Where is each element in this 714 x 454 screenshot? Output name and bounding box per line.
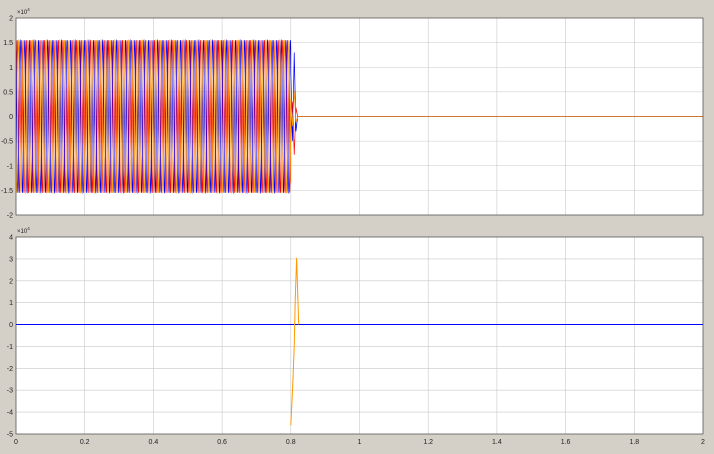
y-tick-label: -1.5 bbox=[1, 188, 13, 195]
y-tick-label: 3 bbox=[9, 256, 13, 263]
x-tick-label: 0 bbox=[14, 439, 18, 446]
y-tick-label: 1 bbox=[9, 65, 13, 72]
x-tick-label: 0.2 bbox=[80, 439, 90, 446]
y-exponent-label: ×104 bbox=[17, 7, 30, 16]
y-tick-label: 4 bbox=[9, 235, 13, 242]
x-tick-label: 1.8 bbox=[629, 439, 639, 446]
x-tick-label: 1 bbox=[358, 439, 362, 446]
x-tick-label: 1.4 bbox=[492, 439, 502, 446]
y-tick-label: -1 bbox=[7, 344, 13, 351]
y-tick-label: 1 bbox=[9, 300, 13, 307]
x-tick-label: 0.6 bbox=[217, 439, 227, 446]
y-tick-label: -2 bbox=[7, 213, 13, 220]
y-tick-label: -1 bbox=[7, 163, 13, 170]
y-tick-label: 2 bbox=[9, 278, 13, 285]
bottom-plot: -5 -4 -3 -2 -1 0 1 2 3 4 0 0.2 0.4 0.6 0.8 1 1.2 1.4 1.6 1.… bbox=[7, 226, 705, 446]
y-tick-label: 1.5 bbox=[3, 40, 13, 47]
x-tick-label: 0.4 bbox=[149, 439, 159, 446]
y-exponent-label: ×104 bbox=[17, 226, 30, 235]
x-tick-label: 1.6 bbox=[561, 439, 571, 446]
y-tick-label: 0 bbox=[9, 322, 13, 329]
y-tick-label: -4 bbox=[7, 410, 13, 417]
x-tick-label: 0.8 bbox=[286, 439, 296, 446]
y-tick-label: -2 bbox=[7, 366, 13, 373]
x-tick-label: 2 bbox=[701, 439, 705, 446]
y-tick-label: -3 bbox=[7, 388, 13, 395]
top-plot: -2 -1.5 -1 -0.5 0 0.5 1 1.5 2 ×104 bbox=[1, 7, 704, 220]
x-tick-label: 1.2 bbox=[423, 439, 433, 446]
y-tick-label: -0.5 bbox=[1, 139, 13, 146]
y-tick-label: 0.5 bbox=[3, 89, 13, 96]
y-tick-label: -5 bbox=[7, 432, 13, 439]
scope-figure: -2 -1.5 -1 -0.5 0 0.5 1 1.5 2 ×104 -5 -4 -3 -2 -1 0 1 2 3… bbox=[1, 7, 705, 446]
y-tick-label: 2 bbox=[9, 16, 13, 23]
y-tick-label: 0 bbox=[9, 114, 13, 121]
